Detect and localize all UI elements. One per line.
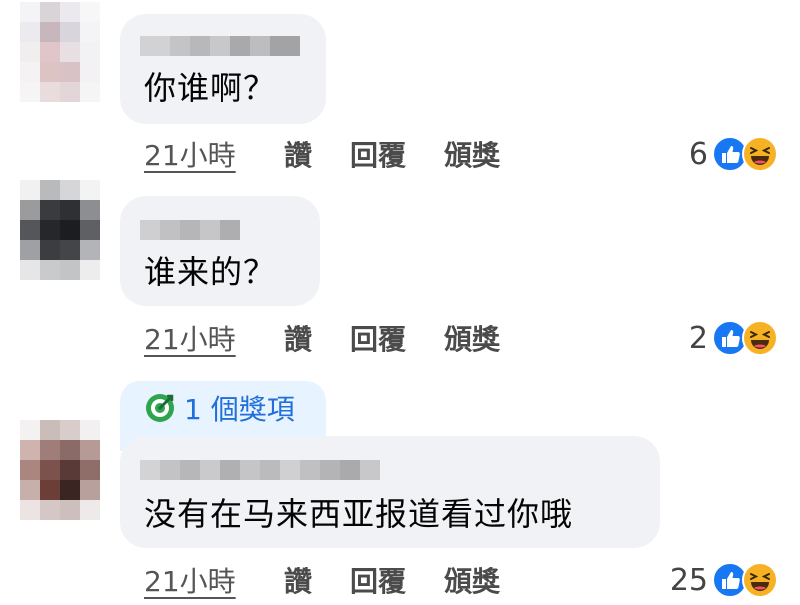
reaction-count: 6	[688, 136, 708, 172]
give-award-button[interactable]: 頒獎	[444, 318, 500, 358]
haha-icon	[742, 320, 778, 356]
award-count-label: 1 個獎項	[184, 393, 295, 426]
like-button[interactable]: 讚	[284, 134, 312, 174]
commenter-name[interactable]	[140, 220, 240, 240]
reply-button[interactable]: 回覆	[350, 134, 406, 174]
comment-actions: 21小時 讚 回覆 頒獎	[144, 320, 538, 356]
comment-thread: 你谁啊？ 21小時 讚 回覆 頒獎 6 谁来的？ 21小時 讚 回覆 頒獎 2 …	[0, 0, 800, 605]
reaction-summary[interactable]: 6	[689, 134, 778, 174]
avatar[interactable]	[20, 180, 100, 280]
comment-text: 你谁啊？	[144, 69, 277, 107]
comment-text: 没有在马来西亚报道看过你哦	[144, 495, 574, 533]
reaction-summary[interactable]: 2	[689, 318, 778, 358]
award-badge[interactable]: 1 個獎項	[144, 390, 295, 426]
comment-actions: 21小時 讚 回覆 頒獎	[144, 136, 538, 172]
commenter-name[interactable]	[140, 460, 380, 480]
reply-button[interactable]: 回覆	[350, 318, 406, 358]
like-button[interactable]: 讚	[284, 560, 312, 600]
reaction-summary[interactable]: 25	[670, 560, 778, 600]
give-award-button[interactable]: 頒獎	[444, 134, 500, 174]
reaction-count: 2	[688, 320, 708, 356]
timestamp-link[interactable]: 21小時	[144, 134, 284, 174]
commenter-name[interactable]	[140, 36, 300, 56]
haha-icon	[742, 136, 778, 172]
timestamp-link[interactable]: 21小時	[144, 560, 284, 600]
give-award-button[interactable]: 頒獎	[444, 560, 500, 600]
avatar[interactable]	[20, 2, 100, 102]
like-button[interactable]: 讚	[284, 318, 312, 358]
reply-button[interactable]: 回覆	[350, 560, 406, 600]
timestamp-link[interactable]: 21小時	[144, 318, 284, 358]
reaction-count: 25	[669, 562, 708, 598]
haha-icon	[742, 562, 778, 598]
comment-actions: 21小時 讚 回覆 頒獎	[144, 562, 538, 598]
award-target-icon	[146, 394, 174, 422]
avatar[interactable]	[20, 420, 100, 520]
comment-text: 谁来的？	[144, 253, 277, 291]
